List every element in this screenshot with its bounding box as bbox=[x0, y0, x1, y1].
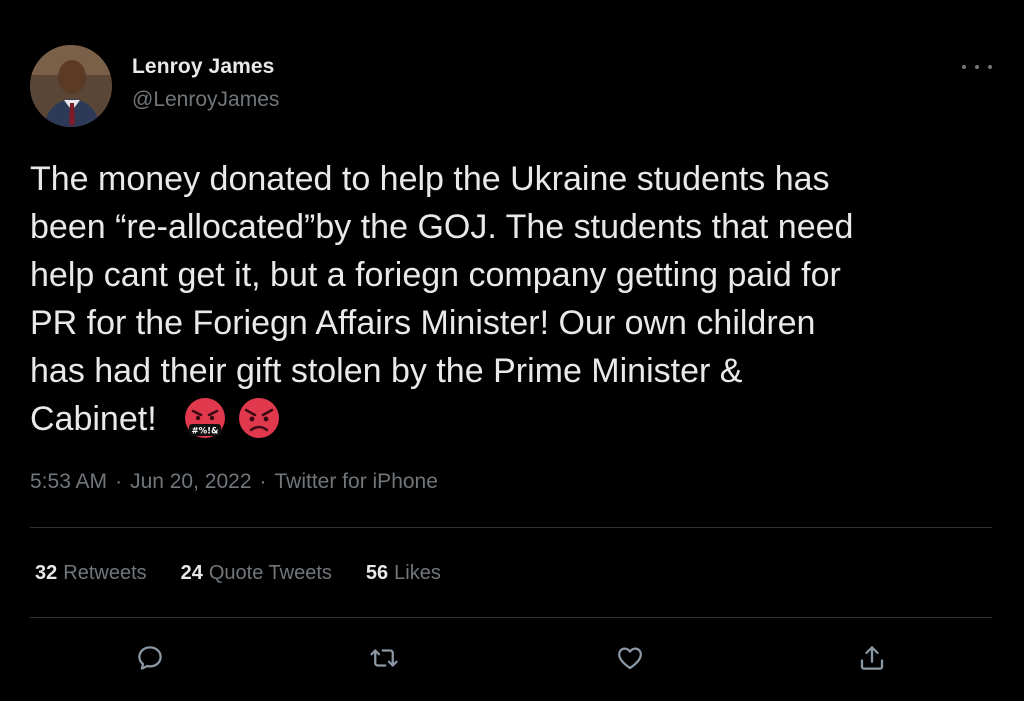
avatar[interactable] bbox=[30, 45, 112, 127]
avatar-image bbox=[30, 45, 112, 127]
tweet-detail: Lenroy James @LenroyJames The money dona… bbox=[0, 0, 1024, 701]
tweet-time[interactable]: 5:53 AM bbox=[30, 470, 107, 494]
quote-tweets-count: 24 bbox=[180, 562, 203, 584]
likes-count: 56 bbox=[365, 562, 389, 584]
retweet-icon bbox=[370, 649, 398, 667]
retweet-button[interactable] bbox=[364, 638, 404, 678]
divider bbox=[30, 617, 992, 618]
angry-face-with-symbols-icon: #%!& bbox=[185, 398, 225, 438]
reply-button[interactable] bbox=[130, 638, 170, 678]
emoji-group: #%!& bbox=[180, 397, 284, 439]
divider bbox=[30, 527, 992, 528]
more-options-icon[interactable] bbox=[962, 60, 992, 74]
author-handle[interactable]: @LenroyJames bbox=[132, 88, 279, 112]
like-icon bbox=[618, 647, 642, 670]
author-name[interactable]: Lenroy James bbox=[132, 55, 274, 79]
meta-separator: · bbox=[259, 470, 267, 493]
reply-icon bbox=[138, 646, 162, 670]
angry-face-icon bbox=[239, 398, 279, 438]
quote-tweets-label: Quote Tweets bbox=[208, 562, 332, 584]
quote-tweets-stat[interactable]: 24 Quote Tweets bbox=[181, 562, 332, 585]
likes-label: Likes bbox=[394, 562, 441, 584]
tweet-date[interactable]: Jun 20, 2022 bbox=[130, 470, 251, 494]
emoji-symbols: #%!& bbox=[192, 427, 220, 437]
share-icon bbox=[860, 646, 884, 670]
likes-stat[interactable]: 56 Likes bbox=[366, 562, 441, 585]
engagement-stats: 32 Retweets 24 Quote Tweets 56 Likes bbox=[35, 562, 475, 585]
like-button[interactable] bbox=[610, 638, 650, 678]
retweets-stat[interactable]: 32 Retweets bbox=[35, 562, 147, 585]
tweet-source[interactable]: Twitter for iPhone bbox=[275, 470, 438, 494]
share-button[interactable] bbox=[852, 638, 892, 678]
retweets-label: Retweets bbox=[63, 562, 147, 584]
tweet-meta: 5:53 AM · Jun 20, 2022 · Twitter for iPh… bbox=[30, 470, 438, 494]
retweets-count: 32 bbox=[35, 562, 58, 584]
meta-separator: · bbox=[115, 470, 123, 493]
tweet-text: The money donated to help the Ukraine st… bbox=[30, 160, 854, 438]
